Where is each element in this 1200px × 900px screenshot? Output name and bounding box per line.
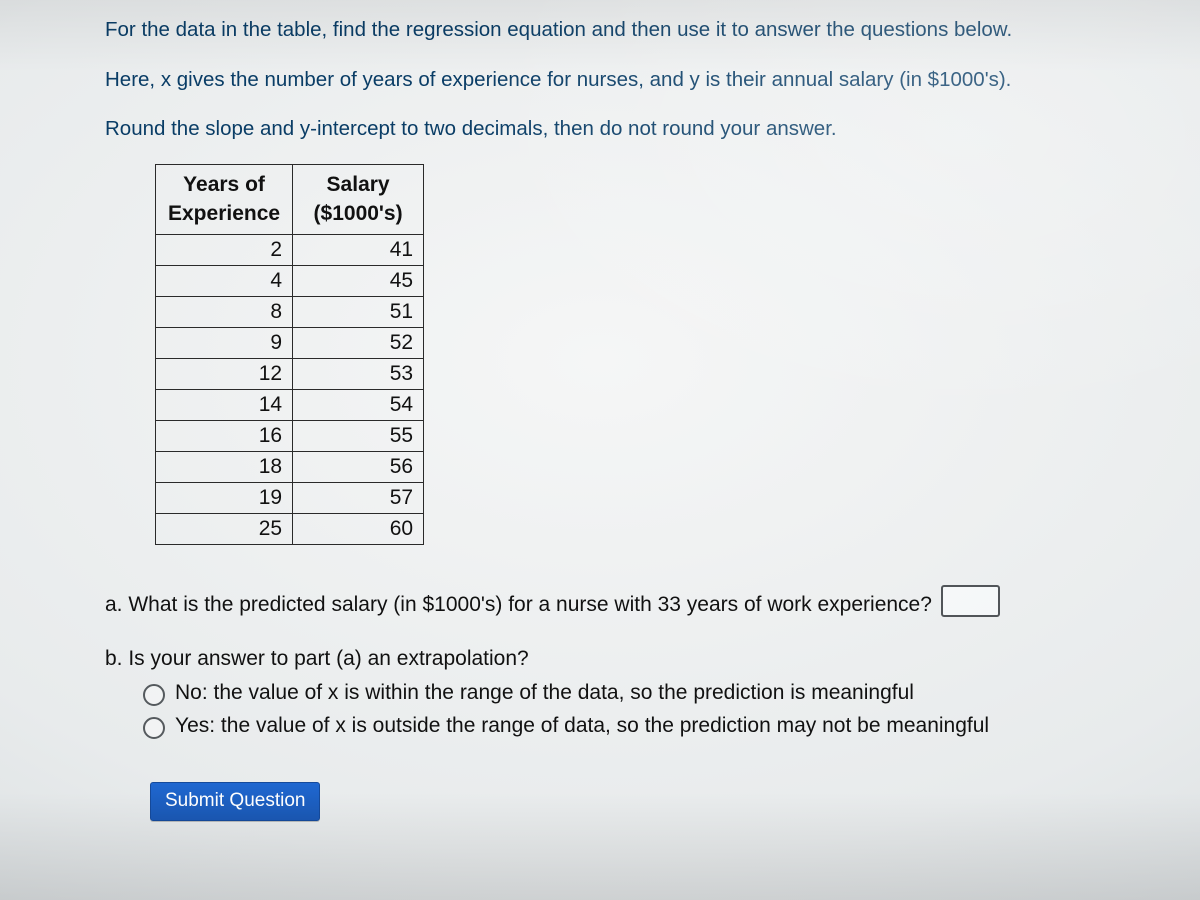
table-row: 1253 <box>156 358 424 389</box>
cell-x: 18 <box>156 451 293 482</box>
radio-icon[interactable] <box>143 717 165 739</box>
table-header-salary-line2: ($1000's) <box>314 202 403 225</box>
table-row: 241 <box>156 234 424 265</box>
data-table: Years of Experience Salary ($1000's) 241… <box>155 164 424 545</box>
cell-y: 55 <box>293 420 424 451</box>
question-b-text: b. Is your answer to part (a) an extrapo… <box>105 647 1170 671</box>
cell-y: 41 <box>293 234 424 265</box>
cell-y: 56 <box>293 451 424 482</box>
question-a-text: a. What is the predicted salary (in $100… <box>105 593 932 616</box>
table-header-salary-line1: Salary <box>327 173 390 196</box>
table-row: 1856 <box>156 451 424 482</box>
intro-line-2: Here, x gives the number of years of exp… <box>105 65 1170 95</box>
table-row: 1957 <box>156 482 424 513</box>
question-content: For the data in the table, find the regr… <box>105 15 1170 821</box>
question-block: a. What is the predicted salary (in $100… <box>105 585 1170 821</box>
cell-x: 19 <box>156 482 293 513</box>
cell-y: 51 <box>293 296 424 327</box>
data-table-wrap: Years of Experience Salary ($1000's) 241… <box>155 164 1170 545</box>
cell-x: 4 <box>156 265 293 296</box>
table-row: 1454 <box>156 389 424 420</box>
table-row: 851 <box>156 296 424 327</box>
option-no-label: No: the value of x is within the range o… <box>175 681 914 705</box>
prompt-intro: For the data in the table, find the regr… <box>105 15 1170 144</box>
option-yes-label: Yes: the value of x is outside the range… <box>175 714 989 738</box>
cell-x: 16 <box>156 420 293 451</box>
radio-icon[interactable] <box>143 684 165 706</box>
cell-x: 12 <box>156 358 293 389</box>
table-header-salary: Salary ($1000's) <box>293 165 424 235</box>
table-row: 2560 <box>156 513 424 544</box>
cell-y: 60 <box>293 513 424 544</box>
cell-y: 53 <box>293 358 424 389</box>
intro-line-3: Round the slope and y-intercept to two d… <box>105 114 1170 144</box>
table-row: 952 <box>156 327 424 358</box>
table-header-experience-line2: Experience <box>168 202 280 225</box>
table-header-experience: Years of Experience <box>156 165 293 235</box>
question-a: a. What is the predicted salary (in $100… <box>105 585 1170 617</box>
cell-x: 14 <box>156 389 293 420</box>
answer-input-a[interactable] <box>941 585 1000 617</box>
cell-x: 25 <box>156 513 293 544</box>
table-header-experience-line1: Years of <box>183 173 265 196</box>
intro-line-1: For the data in the table, find the regr… <box>105 15 1170 45</box>
cell-x: 2 <box>156 234 293 265</box>
submit-button[interactable]: Submit Question <box>150 782 320 821</box>
cell-y: 54 <box>293 389 424 420</box>
option-yes[interactable]: Yes: the value of x is outside the range… <box>143 714 1170 739</box>
cell-y: 45 <box>293 265 424 296</box>
option-no[interactable]: No: the value of x is within the range o… <box>143 681 1170 706</box>
table-row: 445 <box>156 265 424 296</box>
data-table-body: 241 445 851 952 1253 1454 1655 1856 1957… <box>156 234 424 544</box>
cell-x: 9 <box>156 327 293 358</box>
cell-y: 57 <box>293 482 424 513</box>
cell-x: 8 <box>156 296 293 327</box>
table-row: 1655 <box>156 420 424 451</box>
question-b-options: No: the value of x is within the range o… <box>143 681 1170 739</box>
cell-y: 52 <box>293 327 424 358</box>
